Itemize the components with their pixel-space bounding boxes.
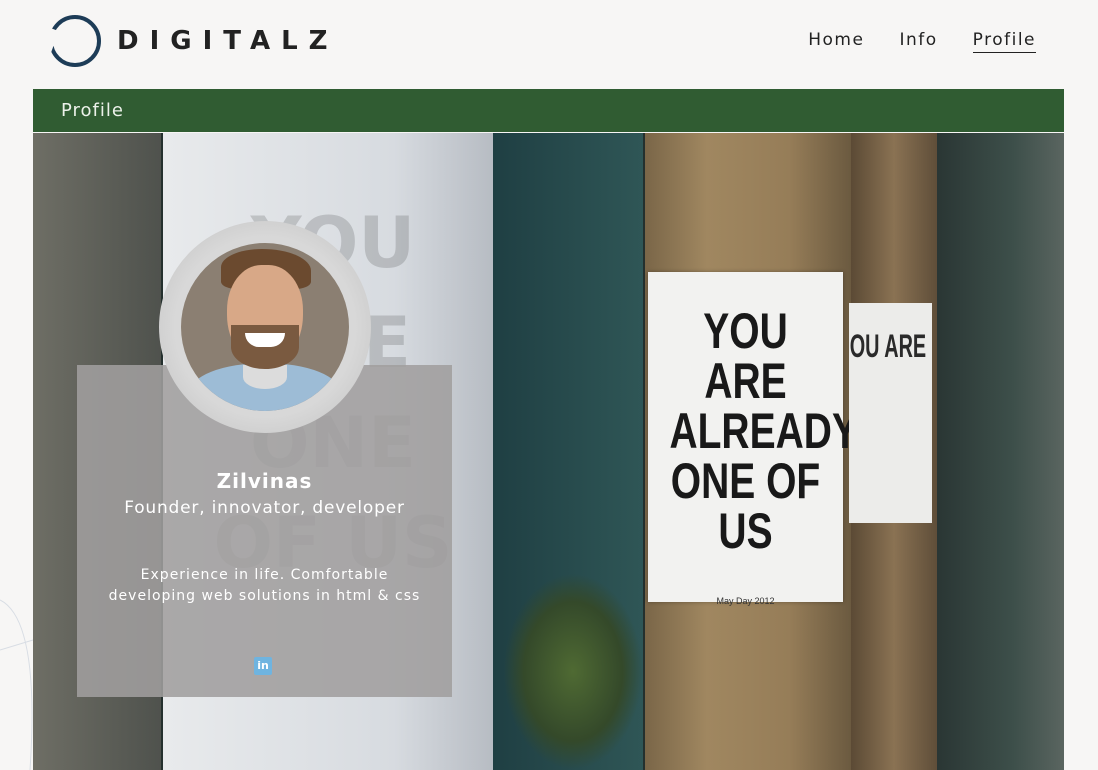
profile-name: Zilvinas <box>216 469 313 493</box>
poster-main-date: May Day 2012 <box>716 596 775 606</box>
logo[interactable]: DIGITALZ <box>49 10 339 72</box>
nav-info[interactable]: Info <box>899 30 937 53</box>
linkedin-icon[interactable]: in <box>254 657 272 675</box>
page-title: Profile <box>33 89 1064 132</box>
poster-small-text: OU ARE LREADY ONE F US <box>849 328 932 364</box>
profile-bio: Experience in life. Comfortable developi… <box>108 567 421 604</box>
hero-image: YOUAREONEOF US YOU ARE ALREADY ONE OF US… <box>33 133 1064 770</box>
logo-text: DIGITALZ <box>117 26 339 56</box>
avatar <box>181 243 349 411</box>
poster-small: OU ARE LREADY ONE F US <box>849 303 932 523</box>
poster-main: YOU ARE ALREADY ONE OF US May Day 2012 <box>648 272 858 606</box>
background-right <box>937 133 1064 770</box>
logo-ring-icon <box>49 15 101 67</box>
plant <box>503 573 643 770</box>
main-nav: Home Info Profile <box>808 30 1036 53</box>
profile-role: Founder, innovator, developer <box>124 498 405 518</box>
main-content: Profile YOUAREONEOF US YOU ARE ALREADY O… <box>33 89 1064 770</box>
nav-home[interactable]: Home <box>808 30 864 53</box>
poster-main-text: YOU ARE ALREADY ONE OF US <box>669 303 858 559</box>
nav-profile[interactable]: Profile <box>972 30 1036 53</box>
